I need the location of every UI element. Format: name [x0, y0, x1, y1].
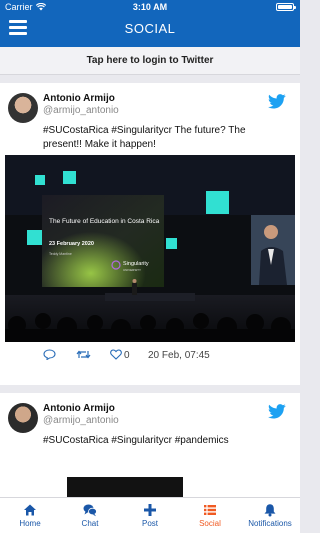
tweet-author-handle: @armijo_antonio [43, 415, 119, 426]
screen-brand: Singularity [123, 261, 149, 267]
tab-chat[interactable]: Chat [60, 498, 120, 533]
tab-label: Social [199, 519, 221, 528]
tweet-author-handle: @armijo_antonio [43, 105, 119, 116]
screen-brand-sub: UNIVERSITY [123, 268, 141, 272]
page-title: SOCIAL [124, 21, 176, 36]
tweet-author-name: Antonio Armijo [43, 93, 115, 104]
tweet-author-name: Antonio Armijo [43, 403, 115, 414]
app-header: Carrier 3:10 AM SOCIAL [0, 0, 300, 47]
tab-notifications[interactable]: Notifications [240, 498, 300, 533]
tweet-feed[interactable]: Antonio Armijo @armijo_antonio #SUCostaR… [0, 75, 300, 497]
bell-icon [263, 503, 277, 517]
tab-label: Chat [81, 519, 99, 528]
status-bar: Carrier 3:10 AM [0, 0, 300, 14]
screen-speaker: Teddy Mantine [49, 252, 72, 256]
tweet-actions: 0 20 Feb, 07:45 [0, 343, 300, 365]
tweet-card[interactable]: Antonio Armijo @armijo_antonio #SUCostaR… [0, 393, 300, 497]
heart-icon[interactable] [110, 349, 122, 360]
avatar[interactable] [8, 93, 38, 123]
twitter-bird-icon[interactable] [268, 94, 286, 109]
bottom-tab-bar: Home Chat Post Social Notifications [0, 497, 300, 533]
twitter-login-button[interactable]: Tap here to login to Twitter [0, 47, 300, 75]
tab-label: Notifications [248, 519, 292, 528]
avatar[interactable] [8, 403, 38, 433]
home-icon [23, 503, 37, 517]
screen-title: The Future of Education in Costa Rica [49, 218, 160, 225]
battery-icon [276, 3, 296, 11]
tweet-photo[interactable]: The Future of Education in Costa Rica 23… [5, 155, 295, 342]
reply-icon[interactable] [43, 349, 56, 360]
tab-label: Post [141, 519, 158, 528]
chat-bubbles-icon [83, 503, 97, 517]
tweet-date: 20 Feb, 07:45 [148, 350, 210, 361]
tweet-text: #SUCostaRica #Singularitycr #pandemics [43, 435, 229, 446]
twitter-bird-icon[interactable] [268, 404, 286, 419]
screen-date: 23 February 2020 [49, 241, 94, 247]
tab-label: Home [19, 519, 41, 528]
plus-icon [143, 503, 157, 517]
retweet-icon[interactable] [76, 349, 91, 360]
tweet-photo[interactable] [67, 477, 183, 497]
tab-post[interactable]: Post [120, 498, 180, 533]
tweet-card[interactable]: Antonio Armijo @armijo_antonio #SUCostaR… [0, 83, 300, 385]
list-icon [203, 503, 217, 517]
tab-social[interactable]: Social [180, 498, 240, 533]
tweet-text: #SUCostaRica #Singularitycr The future? … [43, 125, 246, 150]
like-count: 0 [124, 350, 130, 361]
status-time: 3:10 AM [132, 2, 168, 12]
tab-home[interactable]: Home [0, 498, 60, 533]
